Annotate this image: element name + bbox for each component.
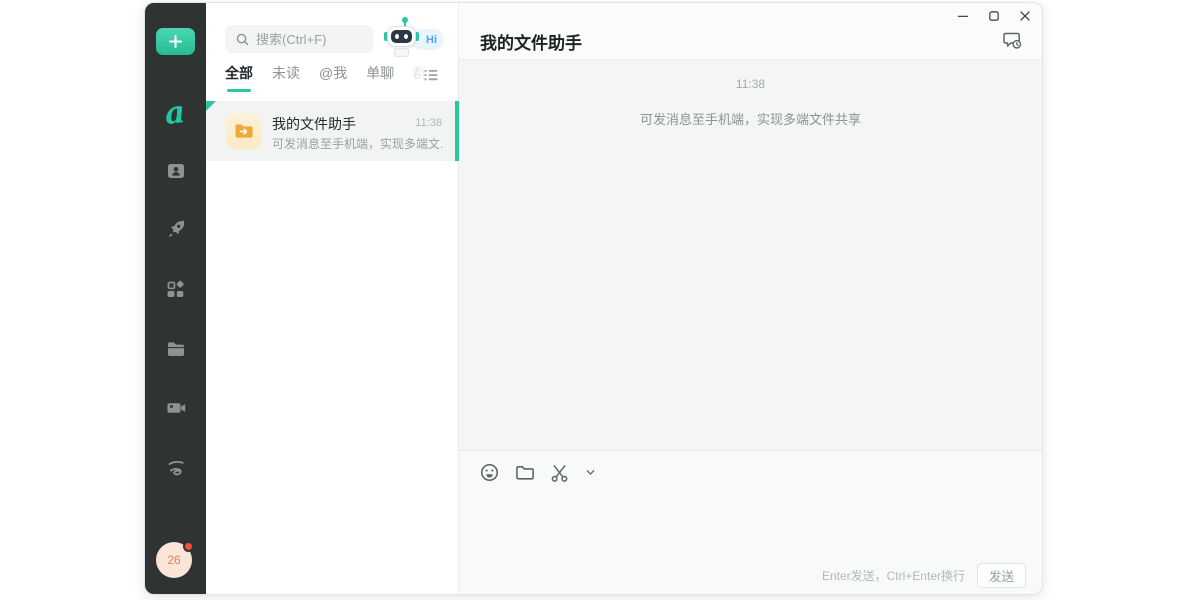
file-assistant-avatar — [226, 113, 262, 149]
emoji-button[interactable] — [478, 461, 500, 483]
maximize-icon — [988, 10, 1000, 22]
tab-direct[interactable]: 单聊 — [366, 63, 394, 92]
system-message: 可发消息至手机端，实现多端文件共享 — [459, 109, 1042, 128]
scissors-icon — [549, 462, 570, 483]
minimize-button[interactable] — [954, 8, 972, 24]
composer: Enter发送，Ctrl+Enter换行 发送 — [459, 450, 1042, 594]
send-shortcut-hint: Enter发送，Ctrl+Enter换行 — [822, 567, 965, 584]
list-view-toggle-button[interactable] — [421, 66, 441, 86]
screenshot-options-button[interactable] — [583, 461, 597, 483]
user-avatar[interactable]: 26 — [156, 542, 192, 578]
rocket-icon — [165, 218, 187, 240]
message-area: 11:38 可发消息至手机端，实现多端文件共享 — [459, 60, 1042, 450]
video-camera-icon — [165, 397, 187, 419]
chat-item-time: 11:38 — [415, 117, 442, 129]
contact-card-icon — [165, 160, 187, 182]
chat-list-panel: Hi 全部 未读 @我 单聊 群 — [206, 3, 459, 594]
close-button[interactable] — [1016, 8, 1034, 24]
composer-footer: Enter发送，Ctrl+Enter换行 发送 — [822, 563, 1026, 588]
conversation-panel: 我的文件助手 11:38 可发消息至手机端，实现多端文件共享 — [459, 3, 1042, 594]
tab-all[interactable]: 全部 — [225, 63, 253, 92]
sidebar-item-contacts[interactable] — [145, 149, 206, 193]
send-file-button[interactable] — [513, 461, 535, 483]
new-chat-button[interactable] — [156, 28, 195, 55]
plus-icon — [168, 34, 183, 49]
chat-logo-icon: a — [164, 97, 187, 130]
folder-arrow-icon — [233, 120, 255, 142]
close-icon — [1019, 10, 1031, 22]
maximize-button[interactable] — [985, 8, 1003, 24]
send-button[interactable]: 发送 — [977, 563, 1026, 588]
search-input[interactable] — [256, 32, 365, 47]
message-input[interactable] — [478, 493, 1023, 555]
folder-outline-icon — [514, 462, 535, 483]
chevron-down-icon — [585, 467, 596, 478]
conversation-title: 我的文件助手 — [480, 29, 582, 54]
sidebar-item-chat[interactable]: a — [145, 91, 206, 135]
sidebar-item-brand[interactable] — [145, 446, 206, 490]
chat-list-item[interactable]: 我的文件助手 11:38 可发消息至手机端，实现多端文... — [206, 101, 459, 161]
message-timestamp: 11:38 — [459, 77, 1042, 91]
brand-calligraphy-icon — [165, 457, 187, 479]
sidebar-item-workbench[interactable] — [145, 267, 206, 311]
list-icon — [422, 66, 440, 84]
tab-mentions[interactable]: @我 — [319, 63, 347, 92]
sidebar-item-files[interactable] — [145, 327, 206, 371]
notification-badge — [183, 541, 194, 552]
apps-grid-icon — [165, 279, 186, 300]
minimize-icon — [957, 10, 969, 22]
chat-history-icon — [1001, 29, 1023, 51]
chat-item-title: 我的文件助手 — [272, 114, 412, 134]
pinned-corner-indicator — [206, 101, 216, 111]
assistant-mascot-icon[interactable] — [383, 17, 420, 59]
sidebar-item-discover[interactable] — [145, 207, 206, 251]
window-controls — [954, 8, 1034, 24]
app-window: a — [144, 2, 1043, 595]
search-icon — [235, 32, 250, 47]
composer-toolbar — [459, 451, 1042, 483]
chat-history-button[interactable] — [1000, 29, 1024, 53]
tab-unread[interactable]: 未读 — [272, 63, 300, 92]
avatar-text: 26 — [167, 553, 180, 567]
folder-icon — [165, 338, 187, 360]
chat-item-preview: 可发消息至手机端，实现多端文... — [272, 135, 444, 152]
sidebar-item-meetings[interactable] — [145, 386, 206, 430]
screenshot-button[interactable] — [548, 461, 570, 483]
search-box[interactable] — [225, 25, 373, 53]
emoji-smile-icon — [479, 462, 500, 483]
sidebar: a — [145, 3, 206, 594]
